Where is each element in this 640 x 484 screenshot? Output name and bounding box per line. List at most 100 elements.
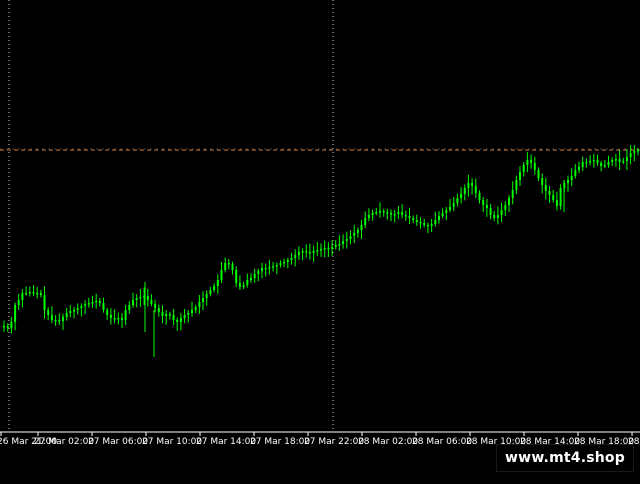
chart-canvas: 26 Mar 21:0027 Mar 02:0027 Mar 06:0027 M… bbox=[0, 0, 640, 480]
candle-body bbox=[146, 296, 149, 300]
candle-body bbox=[268, 267, 271, 269]
candle-body bbox=[353, 233, 356, 236]
candle-body bbox=[172, 315, 175, 320]
candle-body bbox=[84, 304, 87, 306]
candle-body bbox=[541, 178, 544, 185]
candle-body bbox=[544, 185, 547, 191]
candle-body bbox=[467, 183, 470, 188]
candle-body bbox=[559, 188, 562, 206]
candle-body bbox=[504, 205, 507, 210]
candle-body bbox=[419, 222, 422, 224]
candle-body bbox=[43, 295, 46, 310]
candle-body bbox=[275, 265, 278, 267]
candle-body bbox=[95, 301, 98, 303]
candle-body bbox=[460, 194, 463, 198]
candle-body bbox=[390, 213, 392, 215]
candle-body bbox=[430, 224, 433, 226]
candle-body bbox=[331, 247, 334, 249]
candle-body bbox=[438, 216, 440, 220]
candle-body bbox=[117, 318, 120, 320]
candle-body bbox=[36, 293, 39, 295]
candle-body bbox=[132, 300, 134, 305]
candle-body bbox=[471, 183, 474, 186]
candle-body bbox=[76, 308, 79, 310]
x-tick-label: 27 Mar 10:00 bbox=[142, 437, 202, 447]
candle-body bbox=[17, 300, 20, 305]
candle-body bbox=[187, 313, 190, 315]
candle-body bbox=[456, 198, 459, 203]
candle-body bbox=[286, 260, 289, 262]
candle-body bbox=[194, 307, 197, 310]
candle-body bbox=[124, 310, 127, 320]
candle-body bbox=[290, 258, 293, 260]
candle-body bbox=[548, 191, 551, 195]
candle-body bbox=[283, 262, 286, 264]
candle-body bbox=[463, 188, 466, 194]
candle-body bbox=[10, 322, 13, 328]
candle-body bbox=[297, 252, 300, 255]
watermark: www.mt4.shop bbox=[496, 444, 634, 472]
candle-body bbox=[198, 302, 201, 307]
candle-body bbox=[367, 215, 370, 218]
candle-body bbox=[65, 313, 68, 317]
candle-body bbox=[379, 211, 381, 213]
candle-body bbox=[191, 310, 193, 313]
candle-body bbox=[220, 270, 223, 280]
candle-body bbox=[253, 274, 256, 278]
candle-body bbox=[209, 290, 212, 294]
candle-body bbox=[113, 318, 116, 320]
candle-body bbox=[91, 302, 94, 304]
chart-background bbox=[0, 0, 640, 480]
candle-body bbox=[585, 162, 588, 164]
candle-body bbox=[596, 160, 599, 163]
candle-body bbox=[482, 200, 485, 205]
x-tick-label: 27 Mar 18:00 bbox=[250, 437, 310, 447]
candle-body bbox=[323, 248, 326, 250]
candle-body bbox=[261, 268, 263, 271]
candle-body bbox=[552, 195, 555, 200]
candle-body bbox=[25, 293, 28, 295]
candle-body bbox=[515, 180, 518, 190]
candle-body bbox=[533, 163, 536, 170]
candle-body bbox=[98, 301, 101, 303]
price-chart[interactable]: 26 Mar 21:00 27 Mar 02:00 27 Mar 06:00 27 M… bbox=[0, 0, 640, 480]
candle-body bbox=[272, 266, 275, 268]
candle-body bbox=[600, 163, 603, 166]
candle-body bbox=[493, 215, 496, 218]
candle-body bbox=[441, 213, 444, 216]
watermark-text: www.mt4.shop bbox=[505, 450, 625, 466]
candle-body bbox=[412, 218, 415, 220]
candle-body bbox=[227, 263, 230, 265]
candle-body bbox=[423, 223, 426, 225]
candle-body bbox=[279, 263, 282, 265]
candle-body bbox=[338, 244, 341, 246]
candle-body bbox=[139, 297, 142, 299]
candle-body bbox=[633, 151, 636, 153]
candle-body bbox=[567, 180, 569, 183]
candle-body bbox=[485, 205, 488, 208]
candle-body bbox=[109, 315, 112, 318]
candle-body bbox=[607, 162, 610, 165]
candle-body bbox=[371, 213, 374, 215]
candle-body bbox=[168, 314, 171, 316]
candle-body bbox=[530, 160, 533, 163]
candle-body bbox=[58, 320, 61, 322]
candle-body bbox=[264, 268, 267, 270]
candle-body bbox=[382, 211, 385, 213]
candle-body bbox=[32, 292, 35, 294]
candle-body bbox=[250, 278, 252, 280]
candle-body bbox=[375, 212, 378, 214]
candle-body bbox=[434, 220, 437, 224]
candle-body bbox=[62, 317, 64, 321]
candle-body bbox=[364, 218, 367, 225]
candle-body bbox=[231, 264, 234, 270]
candle-body bbox=[176, 320, 179, 322]
candle-body bbox=[316, 250, 319, 252]
candle-body bbox=[154, 304, 157, 308]
x-tick-label: 27 Mar 14:00 bbox=[196, 437, 256, 447]
candle-body bbox=[356, 230, 359, 233]
candle-body bbox=[179, 318, 182, 322]
candle-body bbox=[21, 293, 24, 300]
candle-body bbox=[14, 305, 17, 322]
candle-body bbox=[496, 215, 499, 218]
